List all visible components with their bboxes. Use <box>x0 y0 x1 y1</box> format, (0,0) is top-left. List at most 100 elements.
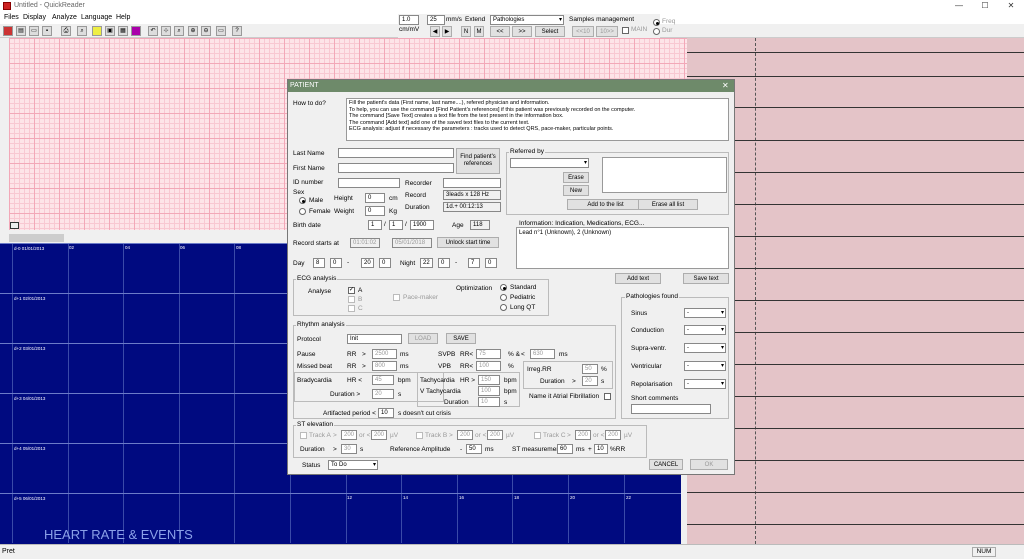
height-field[interactable]: 0 <box>365 193 385 203</box>
help-icon[interactable]: ? <box>232 26 242 36</box>
brady-duration-field[interactable]: 20 <box>372 389 394 399</box>
ok-button[interactable]: OK <box>690 459 728 470</box>
day-start-hour[interactable]: 8 <box>313 258 325 268</box>
id-number-field[interactable] <box>338 178 400 188</box>
irreg-duration-field[interactable]: 20 <box>582 376 598 386</box>
m-button[interactable]: M <box>474 26 484 37</box>
artifacted-field[interactable]: 10 <box>378 408 394 418</box>
select-all-button[interactable]: Select ALL <box>535 26 565 45</box>
pathologies-select[interactable]: Pathologies <box>490 15 564 25</box>
load-button[interactable]: LOAD <box>408 333 438 344</box>
menu-language[interactable]: Language <box>81 14 112 21</box>
add-to-list-button[interactable]: Add to the list <box>567 199 644 210</box>
female-radio[interactable] <box>299 208 306 215</box>
irreg-rr-field[interactable]: 50 <box>582 364 598 374</box>
night-start-min[interactable]: 0 <box>438 258 450 268</box>
menu-files[interactable]: Files <box>4 14 19 21</box>
cancel-button[interactable]: CANCEL <box>649 459 683 470</box>
close-window-button[interactable]: ✕ <box>998 0 1024 12</box>
pause-field[interactable]: 2500 <box>372 349 397 359</box>
referred-by-select[interactable] <box>510 158 589 168</box>
short-comments-field[interactable] <box>631 404 711 414</box>
long-qt-radio[interactable] <box>500 304 507 311</box>
next-icon[interactable]: ▶ <box>442 26 452 37</box>
vpb-field[interactable]: 100 <box>476 361 501 371</box>
zoom-out-icon[interactable]: ⊖ <box>201 26 211 36</box>
pacemaker-checkbox[interactable] <box>393 294 400 301</box>
open-icon[interactable]: ▤ <box>16 26 26 36</box>
save-protocol-button[interactable]: SAVE <box>446 333 476 344</box>
patho-select-conduction[interactable]: - <box>684 325 726 335</box>
recorder-field[interactable] <box>443 178 501 188</box>
status-select[interactable]: To Do <box>328 460 378 470</box>
day-start-min[interactable]: 0 <box>330 258 342 268</box>
dur-radio[interactable] <box>653 28 660 35</box>
day-end-hour[interactable]: 20 <box>361 258 374 268</box>
zoom-in-icon[interactable]: ⊕ <box>188 26 198 36</box>
referred-by-list[interactable] <box>602 157 727 193</box>
st-track-b-checkbox[interactable] <box>416 432 423 439</box>
svpb-field[interactable]: 75 <box>476 349 501 359</box>
find-references-button[interactable]: Find patient's references <box>456 148 500 174</box>
patho-select-repolarisation[interactable]: - <box>684 379 726 389</box>
close-icon[interactable]: ✕ <box>722 81 729 90</box>
tachy-hr-field[interactable]: 150 <box>478 375 500 385</box>
st-track-a-checkbox[interactable] <box>300 432 307 439</box>
grid-icon[interactable]: ▦ <box>118 26 128 36</box>
track-c-checkbox[interactable] <box>348 305 355 312</box>
minimize-button[interactable]: — <box>946 0 972 12</box>
pediatric-radio[interactable] <box>500 294 507 301</box>
reference-amplitude-field[interactable]: 50 <box>466 444 482 454</box>
st-duration-field[interactable]: 30 <box>341 444 357 454</box>
add-text-button[interactable]: Add text <box>615 273 661 284</box>
print-small-icon[interactable] <box>10 222 19 229</box>
information-text-box[interactable]: Lead n°1 (Unknown), 2 (Unknown) <box>516 227 729 269</box>
brady-hr-field[interactable]: 45 <box>372 375 394 385</box>
standard-radio[interactable] <box>500 284 507 291</box>
menu-analyze[interactable]: Analyze <box>52 14 77 21</box>
next10-button[interactable]: 10>> <box>596 26 618 37</box>
freq-radio[interactable] <box>653 19 660 26</box>
save-icon[interactable]: ▪ <box>42 26 52 36</box>
zoom-tool-icon[interactable]: ⌕ <box>174 26 184 36</box>
night-end-min[interactable]: 0 <box>485 258 497 268</box>
birth-day-field[interactable]: 1 <box>368 220 382 230</box>
st-b-gt-field[interactable]: 200 <box>457 430 473 440</box>
scrollbar-thumb[interactable] <box>9 234 64 242</box>
search-icon[interactable]: ⌕ <box>77 26 87 36</box>
st-a-lt-field[interactable]: 200 <box>371 430 387 440</box>
vtachy-field[interactable]: 100 <box>478 386 500 396</box>
print-icon[interactable]: ⎙ <box>61 26 71 36</box>
erase-all-list-button[interactable]: Erase all list <box>638 199 698 210</box>
track-b-checkbox[interactable] <box>348 296 355 303</box>
protocol-field[interactable]: Init <box>347 334 402 344</box>
gain-field[interactable]: 1.0 <box>399 15 419 25</box>
prev-page-button[interactable]: << <box>490 26 510 37</box>
prev-icon[interactable]: ◀ <box>430 26 440 37</box>
tachy-duration-field[interactable]: 10 <box>478 397 500 407</box>
st-b-lt-field[interactable]: 200 <box>487 430 503 440</box>
svpb-ms-field[interactable]: 630 <box>530 349 555 359</box>
birth-year-field[interactable]: 1900 <box>410 220 434 230</box>
menu-display[interactable]: Display <box>23 14 46 21</box>
erase-button[interactable]: Erase <box>563 172 589 183</box>
folder-icon[interactable]: ▭ <box>29 26 39 36</box>
right-ecg-pane[interactable] <box>687 38 1024 544</box>
missed-beat-field[interactable]: 800 <box>372 361 397 371</box>
first-name-field[interactable] <box>338 163 454 173</box>
st-measurement-field[interactable]: 60 <box>557 444 573 454</box>
speed-field[interactable]: 25 <box>427 15 445 25</box>
prev10-button[interactable]: <<10 <box>572 26 594 37</box>
night-start-hour[interactable]: 22 <box>420 258 433 268</box>
window-icon[interactable]: ▣ <box>105 26 115 36</box>
st-track-c-checkbox[interactable] <box>534 432 541 439</box>
track-a-checkbox[interactable]: ✓ <box>348 287 355 294</box>
male-radio[interactable] <box>299 197 306 204</box>
st-a-gt-field[interactable]: 200 <box>341 430 357 440</box>
patho-select-sinus[interactable]: - <box>684 308 726 318</box>
af-checkbox[interactable] <box>604 393 611 400</box>
new-button[interactable]: New <box>563 185 589 196</box>
weight-field[interactable]: 0 <box>365 206 385 216</box>
color-icon[interactable] <box>131 26 141 36</box>
n-button[interactable]: N <box>461 26 471 37</box>
